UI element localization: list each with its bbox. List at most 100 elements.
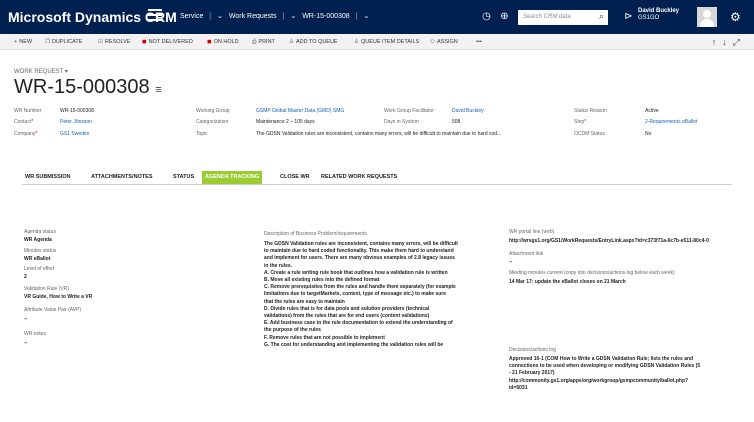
assign-icon: ⚇ (430, 39, 435, 45)
nav-entity-work-requests[interactable]: Work Requests (229, 13, 277, 20)
top-nav-bar: Microsoft Dynamics CRM Service | ⌄ Work … (0, 0, 754, 34)
step-value[interactable]: 2-Requirements eBallot (645, 119, 697, 125)
duplicate-icon: ❐ (45, 39, 50, 45)
nav-entity-chevron-icon[interactable]: ⌄ (290, 13, 296, 20)
status-reason-value[interactable]: Active (645, 108, 659, 114)
expand-icon[interactable]: ⤢ (733, 37, 746, 47)
nav-separator: | (355, 13, 358, 20)
step-label: Step* (574, 119, 587, 125)
facilitator-label: Work Group Facilitator (384, 108, 434, 114)
description-value[interactable]: The GDSN Validation rules are inconsiste… (264, 241, 504, 349)
categorization-value[interactable]: Maintenance 2 – 105 days (256, 119, 315, 125)
arrow-down-icon[interactable]: ↓ (722, 37, 733, 47)
not-delivered-button[interactable]: ◼ NOT DELIVERED (142, 39, 193, 45)
attachment-link-value[interactable]: -- (509, 259, 512, 265)
nav-area-chevron-icon[interactable]: ⌄ (217, 13, 223, 20)
minutes-status-label: Minutes status (24, 248, 57, 254)
command-bar: + NEW ❐ DUPLICATE ☑ RESOLVE ◼ NOT DELIVERED … (0, 34, 754, 50)
tab-status[interactable]: STATUS (170, 171, 197, 184)
plus-icon: + (14, 39, 18, 45)
search-icon[interactable]: ⌕ (599, 11, 604, 22)
wr-number-label: WR Number (14, 108, 42, 114)
tab-divider (22, 184, 732, 185)
company-value[interactable]: GS1 Sweden (60, 131, 89, 137)
create-new-icon[interactable]: ⊕ (498, 10, 511, 23)
nav-record-chevron-icon[interactable]: ⌄ (363, 13, 369, 20)
minutes-status-value[interactable]: WR eBallot (24, 256, 50, 262)
assign-button[interactable]: ⚇ ASSIGN (430, 39, 458, 45)
search-placeholder: Search CRM data (523, 14, 571, 20)
agenda-status-value[interactable]: WR Agenda (24, 237, 52, 243)
queue-item-details-button[interactable]: ♙ QUEUE ITEM DETAILS (354, 39, 419, 45)
add-to-queue-button[interactable]: ♙ ADD TO QUEUE (289, 39, 338, 45)
user-info[interactable]: David Buckley GS1GO (638, 8, 679, 22)
queue-icon: ♙ (289, 39, 294, 45)
hamburger-menu-icon[interactable] (148, 9, 162, 21)
status-reason-label: Status Reason (574, 108, 607, 114)
contact-value[interactable]: Peter Jönsson (60, 119, 92, 125)
validation-rule-value[interactable]: VR Guide, How to Write a VR (24, 294, 92, 300)
print-icon: ⎙ (252, 39, 257, 45)
working-group-value[interactable]: GSMP Global Master Data (GMD) SMG (256, 108, 344, 114)
page-title: WR-15-000308 ≡ (14, 76, 162, 98)
title-menu-icon[interactable]: ≡ (155, 84, 161, 96)
days-in-system-label: Days in System (384, 119, 419, 125)
on-hold-icon: ◼ (207, 39, 212, 45)
days-in-system-value: 508 (452, 119, 461, 125)
decisions-log-label: Decisions/actions log (509, 347, 556, 353)
tab-wr-submission[interactable]: WR SUBMISSION (22, 171, 74, 184)
record-navigation: ↑↓⤢ (712, 37, 746, 48)
facilitator-value[interactable]: David Buckley (452, 108, 484, 114)
not-delivered-icon: ◼ (142, 39, 147, 45)
resolve-icon: ☑ (98, 39, 103, 45)
gear-icon[interactable]: ⚙ (730, 10, 741, 24)
meeting-minutes-value[interactable]: 14 Mar 17: update the eBallot closes on … (509, 279, 626, 285)
description-label: Description of Business Problem/requirem… (264, 231, 367, 237)
level-of-effort-label: Level of effort (24, 266, 55, 272)
recent-history-icon[interactable]: ◷ (480, 10, 493, 23)
topic-value[interactable]: The GDSN Validation rules are inconsiste… (256, 131, 501, 137)
duplicate-button[interactable]: ❐ DUPLICATE (45, 39, 82, 45)
nav-area-service[interactable]: Service (180, 13, 203, 20)
ocdm-status-label: OCDM Status (574, 131, 605, 137)
wr-number-value: WR-15-000308 (60, 108, 94, 114)
arrow-up-icon[interactable]: ↑ (712, 37, 723, 47)
decisions-log-value[interactable]: Approved 16-1 (COM How to Write a GDSN V… (509, 356, 749, 392)
chevron-down-icon: ▾ (64, 69, 68, 75)
level-of-effort-value[interactable]: 2 (24, 274, 27, 280)
portal-link-value[interactable]: http://wrsgs1.org/GS1/WorkRequests/Entry… (509, 238, 749, 244)
meeting-minutes-label: Meeting minutes current (copy into decis… (509, 270, 675, 276)
agenda-status-label: Agenda status (24, 229, 56, 235)
on-hold-button[interactable]: ◼ ON HOLD (207, 39, 239, 45)
attribute-value-pair-value[interactable]: -- (24, 316, 27, 322)
nav-record[interactable]: WR-15-000308 (302, 13, 349, 20)
nav-separator: | (209, 13, 212, 20)
user-org: GS1GO (638, 15, 660, 21)
search-input[interactable]: Search CRM data ⌕ (518, 10, 608, 25)
contact-label: Contact* (14, 119, 34, 125)
attachment-link-label: Attachment link (509, 251, 544, 257)
portal-link-label: WR portal line (web) (509, 229, 555, 235)
company-label: Company* (14, 131, 38, 137)
tab-agenda-tracking[interactable]: AGENDA TRACKING (202, 171, 263, 184)
topic-label: Topic (196, 131, 208, 137)
nav-separator: | (282, 13, 285, 20)
wr-notes-value[interactable]: -- (24, 340, 27, 346)
new-button[interactable]: + NEW (14, 39, 32, 45)
tab-close-wr[interactable]: CLOSE WR (277, 171, 313, 184)
ocdm-status-value[interactable]: No (645, 131, 651, 137)
print-button[interactable]: ⎙ PRINT (252, 39, 275, 46)
wr-notes-label: WR notes (24, 331, 46, 337)
record-type-selector[interactable]: WORK REQUEST ▾ (14, 68, 68, 75)
tab-attachments-notes[interactable]: ATTACHMENTS/NOTES (88, 171, 156, 184)
advanced-find-icon[interactable]: ⊳ (622, 10, 635, 23)
queue-details-icon: ♙ (354, 39, 359, 45)
breadcrumb: Service | ⌄ Work Requests | ⌄ WR-15-0003… (180, 12, 373, 20)
attribute-value-pair-label: Attribute Value Pair (AVP) (24, 307, 82, 313)
more-commands-icon[interactable]: ••• (476, 39, 482, 45)
user-name: David Buckley (638, 8, 680, 14)
working-group-label: Working Group (196, 108, 230, 114)
resolve-button[interactable]: ☑ RESOLVE (98, 39, 131, 45)
avatar[interactable] (697, 7, 717, 27)
tab-related-work-requests[interactable]: RELATED WORK REQUESTS (318, 171, 400, 184)
